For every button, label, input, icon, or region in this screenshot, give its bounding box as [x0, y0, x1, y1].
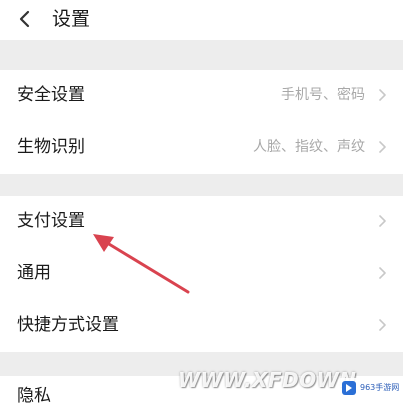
top-bar: 设置: [0, 0, 403, 40]
settings-item-value: 人脸、指纹、声纹: [253, 139, 365, 155]
watermark-badge-text: 963手游网: [360, 383, 400, 392]
settings-item-biometrics[interactable]: 生物识别 人脸、指纹、声纹: [0, 122, 403, 174]
settings-item-label: 安全设置: [17, 85, 85, 105]
chevron-right-icon: [379, 89, 386, 101]
settings-page: 设置 安全设置 手机号、密码 生物识别 人脸、指纹、声纹 支付设置 通用 快捷方…: [0, 0, 403, 413]
settings-item-label: 生物识别: [17, 137, 85, 157]
site-logo-icon: [342, 381, 356, 395]
settings-item-security[interactable]: 安全设置 手机号、密码: [0, 70, 403, 122]
chevron-right-icon: [379, 319, 386, 331]
watermark-text: WWW.XFDOWN: [178, 368, 357, 392]
settings-item-shortcuts[interactable]: 快捷方式设置: [0, 300, 403, 352]
chevron-right-icon: [379, 141, 386, 153]
settings-item-label: 支付设置: [17, 211, 85, 231]
chevron-right-icon: [379, 267, 386, 279]
back-arrow-icon[interactable]: [14, 8, 36, 30]
settings-item-payment[interactable]: 支付设置: [0, 196, 403, 248]
settings-item-label: 隐私: [17, 386, 51, 406]
watermark-badge: 963手游网: [338, 378, 400, 398]
page-title: 设置: [52, 8, 91, 30]
settings-item-value: 手机号、密码: [281, 87, 365, 103]
settings-item-label: 快捷方式设置: [17, 315, 119, 335]
settings-group-general: 支付设置 通用 快捷方式设置: [0, 196, 403, 352]
settings-item-general[interactable]: 通用: [0, 248, 403, 300]
settings-item-label: 通用: [17, 263, 51, 283]
chevron-right-icon: [379, 215, 386, 227]
settings-group-account: 安全设置 手机号、密码 生物识别 人脸、指纹、声纹: [0, 70, 403, 174]
